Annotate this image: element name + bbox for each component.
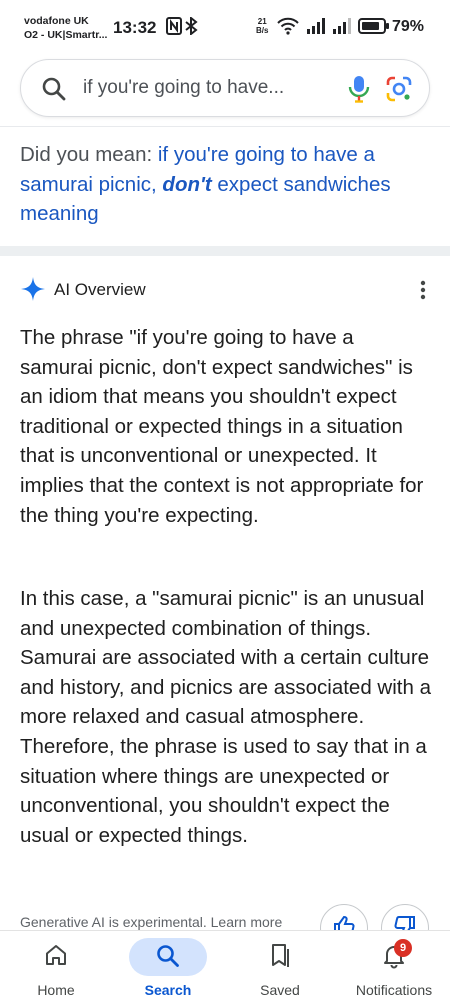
ai-overview-paragraph-1: The phrase "if you're going to have a sa… bbox=[20, 326, 424, 527]
sparkle-icon bbox=[20, 276, 46, 307]
net-speed-value: 21 bbox=[257, 17, 267, 26]
search-bar[interactable]: if you're going to have... bbox=[20, 59, 430, 117]
carrier-line-1: vodafone UK bbox=[24, 15, 89, 27]
did-you-mean-suggestion: Did you mean: if you're going to have a … bbox=[20, 140, 435, 229]
search-icon bbox=[155, 943, 181, 974]
google-lens-icon[interactable] bbox=[384, 74, 414, 109]
search-query-text[interactable]: if you're going to have... bbox=[83, 77, 284, 99]
notification-badge: 9 bbox=[394, 939, 412, 957]
status-bar: vodafone UK O2 - UK|Smartr... 13:32 21 B… bbox=[0, 0, 450, 56]
ai-disclaimer[interactable]: Generative AI is experimental. Learn mor… bbox=[20, 914, 282, 930]
battery-icon bbox=[358, 17, 390, 35]
home-icon bbox=[44, 943, 68, 972]
suggestion-emphasis[interactable]: don't bbox=[162, 173, 211, 196]
ai-overview-title: AI Overview bbox=[54, 280, 146, 299]
nav-notifications-label: Notifications bbox=[355, 982, 433, 998]
signal-icon-2 bbox=[332, 17, 352, 35]
ai-overview-paragraph-2: In this case, a "samurai picnic" is an u… bbox=[20, 587, 431, 847]
nav-saved-label: Saved bbox=[260, 982, 300, 998]
carrier-line-2: O2 - UK|Smartr... bbox=[24, 29, 108, 41]
nav-notifications[interactable]: Notifications bbox=[349, 931, 439, 1000]
bluetooth-icon bbox=[184, 17, 198, 35]
carrier-info: vodafone UK O2 - UK|Smartr... bbox=[24, 14, 107, 42]
nav-saved[interactable]: Saved bbox=[235, 931, 325, 1000]
net-speed-unit: B/s bbox=[256, 26, 269, 35]
divider bbox=[0, 126, 450, 127]
nav-search-label: Search bbox=[144, 982, 192, 998]
network-speed: 21 B/s bbox=[256, 17, 268, 35]
section-separator bbox=[0, 246, 450, 256]
more-options-icon[interactable] bbox=[420, 280, 426, 305]
battery-percent: 79% bbox=[392, 18, 425, 35]
signal-icon-1 bbox=[306, 17, 326, 35]
nav-home[interactable]: Home bbox=[11, 931, 101, 1000]
nav-home-label: Home bbox=[37, 982, 75, 998]
did-you-mean-prefix: Did you mean: bbox=[20, 143, 158, 166]
ai-overview-header: AI Overview bbox=[20, 276, 430, 304]
wifi-icon bbox=[277, 17, 299, 35]
bookmark-icon bbox=[269, 943, 291, 974]
search-icon[interactable] bbox=[41, 76, 67, 107]
microphone-icon[interactable] bbox=[347, 74, 371, 109]
nav-search[interactable]: Search bbox=[123, 931, 213, 1000]
bottom-navigation: Home Search Saved Notifications bbox=[0, 930, 450, 1000]
nfc-icon bbox=[166, 17, 182, 35]
status-time: 13:32 bbox=[113, 18, 157, 37]
